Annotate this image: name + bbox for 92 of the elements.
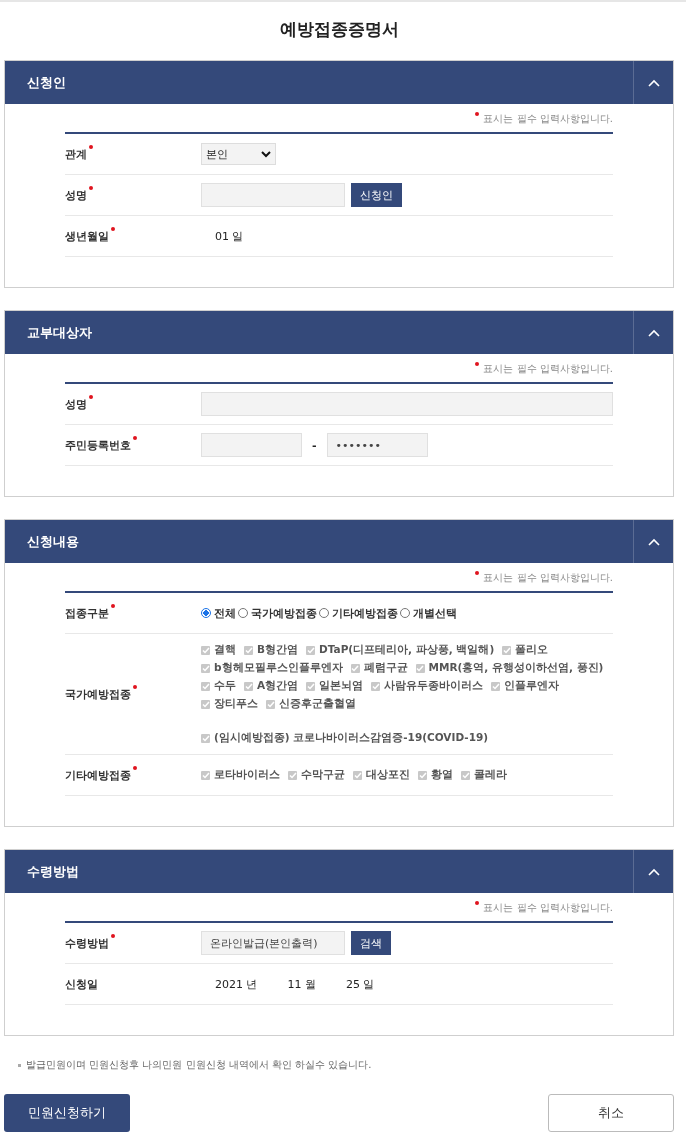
field-label: 접종구분: [65, 606, 109, 620]
checkbox[interactable]: [244, 645, 253, 655]
checkbox-label: 수막구균: [301, 768, 345, 782]
info-note: 발급민원이며 민원신청후 나의민원 민원신청 내역에서 확인 하실수 있습니다.: [26, 1058, 372, 1072]
checkbox[interactable]: [266, 699, 275, 709]
checkbox-label: 폐렴구균: [363, 661, 408, 675]
page-title: 예방접종증명서: [278, 18, 400, 41]
required-note: 표시는 필수 입력사항입니다.: [483, 902, 613, 913]
checkbox[interactable]: [201, 663, 210, 673]
input-field[interactable]: [201, 183, 345, 207]
section-title: 신청인: [26, 73, 66, 92]
required-note: 표시는 필수 입력사항입니다.: [483, 572, 613, 583]
cancel-button[interactable]: 취소: [548, 1094, 674, 1132]
checkbox[interactable]: [201, 699, 210, 709]
field-label: 신청일: [65, 977, 98, 991]
checkbox-label: B형간염: [257, 643, 298, 657]
checkbox[interactable]: [415, 663, 425, 673]
date-part: 25 일: [346, 976, 375, 992]
checkbox-label: 수두: [214, 679, 236, 693]
checkbox[interactable]: [244, 681, 253, 691]
chevron-up-icon: [647, 867, 660, 876]
action-button[interactable]: 신청인: [351, 183, 402, 207]
checkbox[interactable]: [418, 770, 427, 780]
checkbox[interactable]: [306, 645, 315, 655]
checkbox-label: (임시예방접종) 코로나바이러스감염증-19(COVID-19): [214, 731, 489, 745]
checkbox[interactable]: [491, 681, 501, 691]
radio-button[interactable]: [319, 608, 329, 618]
field-label: 생년월일: [65, 229, 109, 243]
bullet-mark: [18, 1063, 21, 1067]
dash-separator: -: [312, 438, 317, 452]
checkbox[interactable]: [201, 681, 210, 691]
checkbox[interactable]: [371, 681, 381, 691]
required-dot: [475, 112, 480, 116]
checkbox-label: 신증후군출혈열: [279, 697, 356, 711]
relation-select[interactable]: 본인: [201, 143, 276, 165]
date-part: 01 일: [215, 228, 244, 244]
required-dot: [475, 362, 480, 366]
radio-button[interactable]: [400, 608, 410, 618]
input-field[interactable]: [201, 433, 302, 457]
checkbox-label: DTaP(디프테리아, 파상풍, 백일해): [319, 643, 495, 657]
checkbox-label: 사람유두종바이러스: [384, 679, 484, 693]
action-button[interactable]: 검색: [351, 931, 391, 955]
required-note: 표시는 필수 입력사항입니다.: [483, 113, 613, 124]
checkbox-label: 결핵: [214, 643, 236, 657]
password-field[interactable]: •••••••: [326, 433, 428, 457]
field-label: 관계: [65, 147, 87, 161]
radio-button[interactable]: [201, 608, 211, 618]
date-part: 11 월: [287, 976, 316, 992]
checkbox-label: 폴리오: [515, 643, 549, 657]
radio-label: 전체: [214, 605, 236, 621]
checkbox[interactable]: [201, 733, 210, 743]
checkbox[interactable]: [353, 770, 362, 780]
checkbox-label: 일본뇌염: [319, 679, 364, 693]
field-label: 국가예방접종: [65, 687, 131, 701]
checkbox[interactable]: [288, 770, 297, 780]
checkbox-label: 황열: [431, 768, 453, 782]
field-label: 기타예방접종: [65, 768, 131, 782]
chevron-up-icon: [647, 537, 660, 546]
required-dot: [475, 901, 480, 905]
radio-label: 개별선택: [413, 605, 457, 621]
checkbox[interactable]: [461, 770, 470, 780]
chevron-up-icon: [647, 328, 660, 337]
checkbox[interactable]: [201, 645, 210, 655]
chevron-up-icon: [647, 78, 660, 87]
section-title: 교부대상자: [26, 323, 92, 342]
checkbox[interactable]: [201, 770, 210, 780]
checkbox-label: A형간염: [257, 679, 299, 693]
checkbox[interactable]: [502, 645, 512, 655]
required-note: 표시는 필수 입력사항입니다.: [483, 363, 613, 374]
field-label: 성명: [65, 397, 87, 411]
input-field[interactable]: 온라인발급(본인출력): [201, 931, 345, 955]
section-title: 수령방법: [26, 862, 79, 881]
radio-button[interactable]: [238, 608, 248, 618]
checkbox-label: 콜레라: [474, 768, 507, 782]
checkbox-label: 로타바이러스: [214, 768, 280, 782]
checkbox[interactable]: [306, 681, 316, 691]
field-label: 성명: [65, 188, 87, 202]
field-label: 수령방법: [65, 936, 109, 950]
date-part: 2021 년: [215, 976, 258, 992]
radio-label: 기타예방접종: [332, 605, 398, 621]
checkbox-label: MMR(홍역, 유행성이하선염, 풍진): [428, 661, 604, 675]
checkbox-label: b형헤모필루스인플루엔자: [214, 661, 343, 675]
required-dot: [475, 571, 480, 575]
section-title: 신청내용: [26, 532, 79, 551]
input-field[interactable]: [201, 392, 613, 416]
radio-label: 국가예방접종: [251, 605, 317, 621]
checkbox-label: 인플루엔자: [504, 679, 560, 693]
field-label: 주민등록번호: [65, 438, 131, 452]
checkbox[interactable]: [350, 663, 360, 673]
submit-button[interactable]: 민원신청하기: [4, 1094, 130, 1132]
checkbox-label: 대상포진: [366, 768, 410, 782]
checkbox-label: 장티푸스: [214, 697, 258, 711]
